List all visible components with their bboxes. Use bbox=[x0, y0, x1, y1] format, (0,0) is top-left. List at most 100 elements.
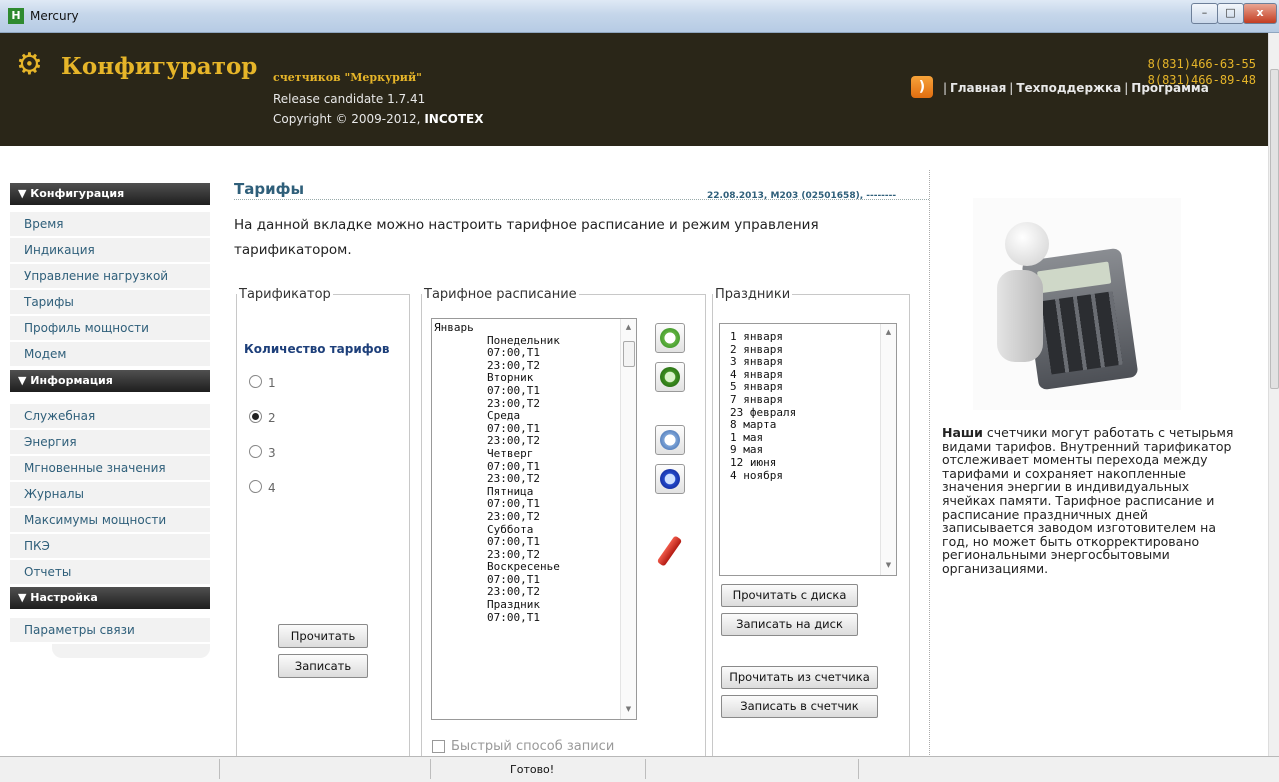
list-item[interactable]: Четверг bbox=[434, 447, 560, 461]
scroll-down-icon[interactable]: ▼ bbox=[881, 561, 896, 569]
status-separator bbox=[858, 759, 859, 779]
schedule-scrollbar[interactable]: ▲ ▼ bbox=[620, 319, 636, 719]
sidebar-item-modem[interactable]: Модем bbox=[10, 342, 210, 367]
maximize-button[interactable]: □ bbox=[1217, 3, 1244, 24]
scroll-thumb[interactable] bbox=[623, 341, 635, 367]
radio-dot[interactable] bbox=[249, 375, 262, 388]
list-item[interactable]: 3 января bbox=[730, 356, 796, 369]
sidebar-item-energy[interactable]: Энергия bbox=[10, 430, 210, 455]
nav-program-link[interactable]: Программа bbox=[1131, 81, 1209, 95]
scroll-up-icon[interactable]: ▲ bbox=[621, 323, 636, 331]
app-icon: H bbox=[8, 8, 24, 24]
sidebar-item-reports[interactable]: Отчеты bbox=[10, 560, 210, 585]
sidebar-item-pke[interactable]: ПКЭ bbox=[10, 534, 210, 559]
info-description: Наши счетчики могут работать с четырьмя … bbox=[942, 425, 1234, 576]
clock-refresh-button[interactable] bbox=[655, 362, 685, 392]
status-text: Готово! bbox=[510, 763, 555, 776]
brand-title: Конфигуратор bbox=[61, 53, 258, 80]
calculator-man-icon bbox=[973, 198, 1181, 410]
intro-text: На данной вкладке можно настроить тарифн… bbox=[234, 217, 819, 258]
scroll-down-icon[interactable]: ▼ bbox=[621, 705, 636, 713]
nav-home-link[interactable]: Главная bbox=[950, 81, 1006, 95]
write-to-disk-button[interactable]: Записать на диск bbox=[721, 613, 858, 636]
list-item[interactable]: Праздник bbox=[434, 598, 560, 612]
list-item[interactable]: Среда bbox=[434, 410, 560, 423]
calculator-display bbox=[1036, 261, 1112, 294]
schedule-listbox[interactable]: Январь Понедельник 07:00,T1 23:00,T2 Вто… bbox=[431, 318, 637, 720]
clock-remove-button[interactable] bbox=[655, 425, 685, 455]
nav-support-link[interactable]: Техподдержка bbox=[1016, 81, 1121, 95]
fast-write-label: Быстрый способ записи bbox=[451, 739, 615, 754]
list-item[interactable]: 4 ноября bbox=[730, 469, 796, 483]
rss-icon[interactable]: ) bbox=[911, 76, 933, 98]
pen-edit-button[interactable] bbox=[653, 533, 685, 573]
list-item[interactable]: 7 января bbox=[730, 393, 796, 407]
list-item[interactable]: 12 июня bbox=[730, 456, 796, 470]
read-from-disk-button[interactable]: Прочитать с диска bbox=[721, 584, 858, 607]
list-item[interactable]: 07:00,T1 bbox=[434, 384, 560, 398]
release-version: Release candidate 1.7.41 bbox=[273, 92, 426, 106]
clock-refresh-icon bbox=[660, 367, 680, 387]
copyright: Copyright © 2009-2012, INCOTEX bbox=[273, 112, 484, 126]
sidebar-item-power-profile[interactable]: Профиль мощности bbox=[10, 316, 210, 341]
clock-history-button[interactable] bbox=[655, 464, 685, 494]
scroll-up-icon[interactable]: ▲ bbox=[881, 328, 896, 336]
phone-1: 8(831)466-63-55 bbox=[1147, 57, 1256, 71]
tariffer-read-button[interactable]: Прочитать bbox=[278, 624, 368, 648]
clock-remove-icon bbox=[660, 430, 680, 450]
sidebar-section-configuration[interactable]: ▼ Конфигурация bbox=[10, 183, 210, 205]
sidebar-section-settings[interactable]: ▼ Настройка bbox=[10, 587, 210, 609]
clock-add-icon bbox=[660, 328, 680, 348]
radio-dot[interactable] bbox=[249, 445, 262, 458]
pen-edit-icon bbox=[656, 535, 683, 567]
clock-add-button[interactable] bbox=[655, 323, 685, 353]
list-item[interactable]: Январь bbox=[434, 321, 560, 335]
panel-divider bbox=[929, 170, 930, 757]
window-title: Mercury bbox=[30, 9, 79, 23]
tariff-radio-3[interactable]: 3 bbox=[249, 445, 276, 460]
list-item[interactable]: 07:00,T1 bbox=[434, 347, 560, 360]
sidebar-item-instant-values[interactable]: Мгновенные значения bbox=[10, 456, 210, 481]
list-item[interactable]: Воскресенье bbox=[434, 561, 560, 574]
holidays-listbox[interactable]: 1 января 2 января 3 января 4 января 5 января… bbox=[719, 323, 897, 576]
tariff-radio-2[interactable]: 2 bbox=[249, 410, 276, 425]
write-to-meter-button[interactable]: Записать в счетчик bbox=[721, 695, 878, 718]
list-item[interactable]: 07:00,T1 bbox=[434, 535, 560, 549]
sidebar-item-load-control[interactable]: Управление нагрузкой bbox=[10, 264, 210, 289]
holidays-scrollbar[interactable]: ▲ ▼ bbox=[880, 324, 896, 575]
sidebar-item-time[interactable]: Время bbox=[10, 212, 210, 237]
read-from-meter-button[interactable]: Прочитать из счетчика bbox=[721, 666, 878, 689]
sidebar-item-power-maxima[interactable]: Максимумы мощности bbox=[10, 508, 210, 533]
list-item[interactable]: 1 января bbox=[730, 330, 796, 344]
list-item[interactable]: 07:00,T1 bbox=[434, 611, 560, 625]
sidebar-item-journals[interactable]: Журналы bbox=[10, 482, 210, 507]
radio-dot[interactable] bbox=[249, 480, 262, 493]
tariff-count-label: Количество тарифов bbox=[244, 342, 390, 356]
fast-write-checkbox[interactable] bbox=[432, 740, 445, 753]
status-separator bbox=[645, 759, 646, 779]
window-titlebar[interactable] bbox=[0, 0, 1279, 33]
figure-body bbox=[997, 270, 1043, 362]
page-scrollbar[interactable] bbox=[1268, 33, 1279, 756]
list-item[interactable]: 23:00,T2 bbox=[434, 510, 560, 524]
status-separator bbox=[219, 759, 220, 779]
schedule-lines: Январь Понедельник 07:00,T1 23:00,T2 Вто… bbox=[434, 321, 560, 625]
holiday-lines: 1 января 2 января 3 января 4 января 5 января… bbox=[730, 330, 796, 483]
page-scroll-thumb[interactable] bbox=[1270, 69, 1279, 389]
page-title: Тарифы bbox=[234, 180, 305, 198]
sidebar-item-tariffs[interactable]: Тарифы bbox=[10, 290, 210, 315]
minimize-button[interactable]: – bbox=[1191, 3, 1218, 24]
tariff-radio-1[interactable]: 1 bbox=[249, 375, 276, 390]
sidebar-item-indication[interactable]: Индикация bbox=[10, 238, 210, 263]
sidebar-section-information[interactable]: ▼ Информация bbox=[10, 370, 210, 392]
status-bar bbox=[0, 756, 1279, 782]
close-button[interactable]: x bbox=[1243, 3, 1277, 24]
sidebar-item-service[interactable]: Служебная bbox=[10, 404, 210, 429]
sidebar-item-connection-params[interactable]: Параметры связи bbox=[10, 618, 210, 643]
list-item[interactable]: 8 марта bbox=[730, 419, 796, 432]
radio-dot-selected[interactable] bbox=[249, 410, 262, 423]
list-item[interactable]: 23:00,T2 bbox=[434, 473, 560, 486]
tariffer-write-button[interactable]: Записать bbox=[278, 654, 368, 678]
tariff-radio-4[interactable]: 4 bbox=[249, 480, 276, 495]
status-separator bbox=[430, 759, 431, 779]
